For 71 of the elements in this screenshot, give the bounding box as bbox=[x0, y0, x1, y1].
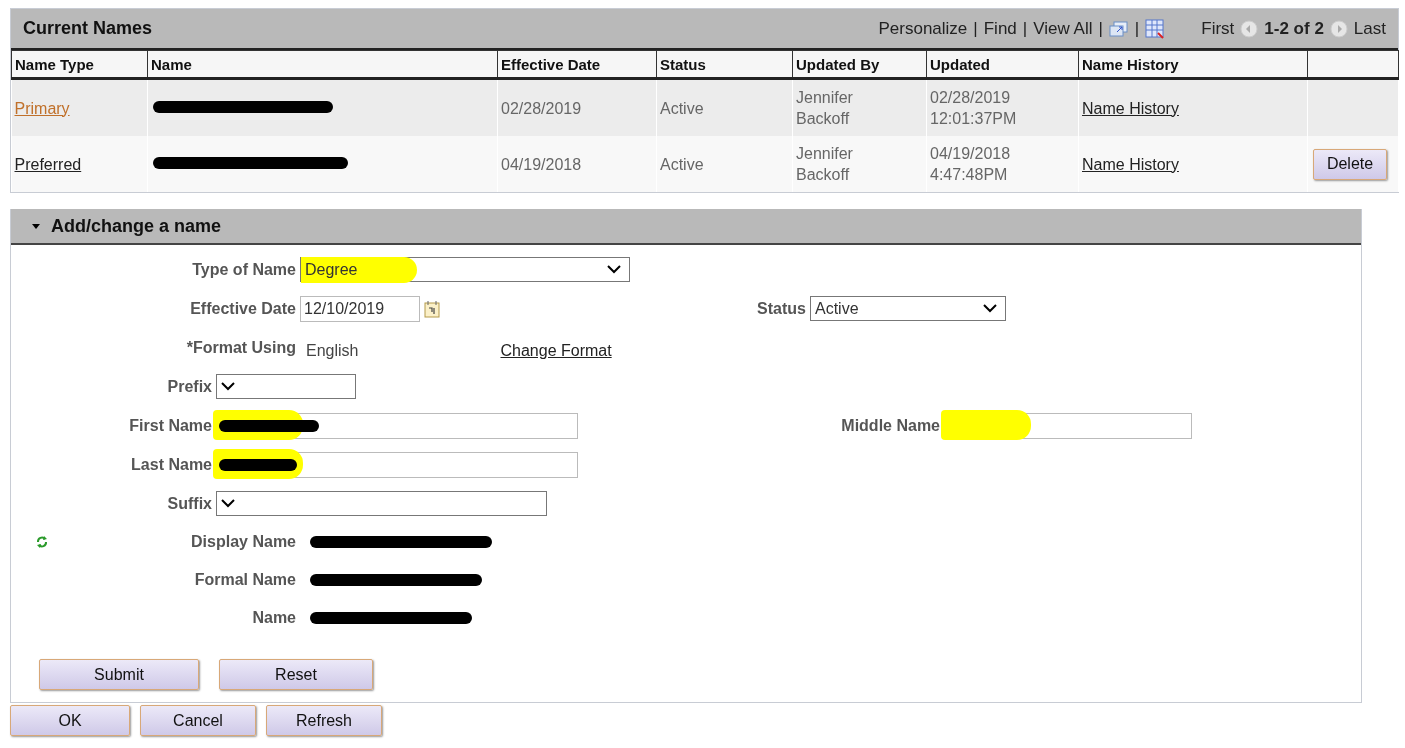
column-header: Updated By bbox=[792, 50, 927, 79]
personalize-link[interactable]: Personalize bbox=[878, 18, 968, 39]
page-range: 1-2 of 2 bbox=[1264, 18, 1324, 39]
separator: | bbox=[1022, 18, 1028, 39]
column-header: Name bbox=[147, 50, 498, 79]
column-header: Name Type bbox=[11, 50, 148, 79]
column-header: Name History bbox=[1078, 50, 1308, 79]
field-label: Effective Date bbox=[189, 299, 297, 318]
page-button[interactable]: OK bbox=[10, 705, 130, 736]
grid-title: Current Names bbox=[23, 18, 153, 39]
field-label: First Name bbox=[128, 416, 213, 435]
delete-button[interactable]: Delete bbox=[1313, 148, 1387, 180]
field-label: Prefix bbox=[166, 377, 213, 396]
table-cell: Jennifer Backoff bbox=[792, 136, 927, 192]
collapse-caret-icon[interactable] bbox=[31, 222, 41, 230]
column-header: Updated bbox=[926, 50, 1079, 79]
page-button[interactable]: Cancel bbox=[140, 705, 256, 736]
last-name-field[interactable] bbox=[216, 451, 578, 478]
field-label: Formal Name bbox=[193, 571, 297, 589]
field-label: Display Name bbox=[190, 533, 297, 551]
column-header: Effective Date bbox=[497, 50, 657, 79]
separator: | bbox=[1134, 18, 1140, 39]
previous-icon[interactable] bbox=[1240, 19, 1259, 38]
change-format-link[interactable]: Change Format bbox=[500, 341, 612, 360]
date-field[interactable]: 12/10/2019 bbox=[300, 295, 420, 322]
selected-value: Active bbox=[815, 299, 859, 318]
first-name-field[interactable] bbox=[216, 412, 578, 439]
field-label: Type of Name bbox=[191, 260, 297, 279]
field-label: Status bbox=[756, 299, 807, 318]
table-cell: Jennifer Backoff bbox=[792, 78, 927, 136]
name-type-link[interactable]: Preferred bbox=[14, 155, 82, 173]
refresh-icon[interactable] bbox=[35, 534, 49, 550]
spreadsheet-icon[interactable] bbox=[1145, 18, 1166, 39]
next-icon[interactable] bbox=[1329, 19, 1348, 38]
calendar-icon[interactable] bbox=[424, 299, 440, 318]
status-dropdown[interactable]: Active bbox=[810, 296, 1006, 321]
name-history-link[interactable]: Name History bbox=[1082, 99, 1179, 117]
middle-name-field[interactable] bbox=[944, 412, 1192, 439]
new-window-icon[interactable] bbox=[1108, 20, 1129, 37]
chevron-down-icon bbox=[221, 382, 235, 391]
type-dropdown[interactable]: Degree bbox=[300, 257, 630, 282]
table-cell: Active bbox=[656, 136, 793, 192]
table-cell: 04/19/2018 bbox=[497, 136, 657, 192]
field-label: Suffix bbox=[166, 494, 213, 513]
section-title: Add/change a name bbox=[51, 215, 222, 237]
field-label: Middle Name bbox=[840, 416, 941, 435]
view-all-link[interactable]: View All bbox=[1033, 18, 1093, 39]
submit-button[interactable]: Submit bbox=[39, 659, 199, 690]
prefix-dropdown[interactable] bbox=[216, 374, 356, 399]
reset-button[interactable]: Reset bbox=[219, 659, 373, 690]
column-header: Status bbox=[656, 50, 793, 79]
first-link[interactable]: First bbox=[1201, 18, 1235, 39]
suffix-dropdown[interactable] bbox=[216, 491, 547, 516]
chevron-down-icon bbox=[607, 265, 621, 274]
table-cell: 04/19/2018 4:47:48PM bbox=[926, 136, 1079, 192]
chevron-down-icon bbox=[221, 499, 235, 508]
table-cell: Active bbox=[656, 78, 793, 136]
name-history-link[interactable]: Name History bbox=[1082, 155, 1179, 173]
format-value: English bbox=[306, 341, 359, 360]
table-cell: 02/28/2019 12:01:37PM bbox=[926, 78, 1079, 136]
find-link[interactable]: Find bbox=[983, 18, 1017, 39]
last-link[interactable]: Last bbox=[1353, 18, 1386, 39]
field-label: *Format Using bbox=[185, 338, 297, 357]
separator: | bbox=[973, 18, 978, 39]
table-cell: 02/28/2019 bbox=[497, 78, 657, 136]
field-label: Name bbox=[251, 609, 297, 627]
chevron-down-icon bbox=[983, 304, 997, 313]
field-label: Last Name bbox=[130, 455, 213, 474]
selected-value: Degree bbox=[301, 256, 418, 283]
page-button[interactable]: Refresh bbox=[266, 705, 382, 736]
separator: | bbox=[1098, 18, 1103, 39]
